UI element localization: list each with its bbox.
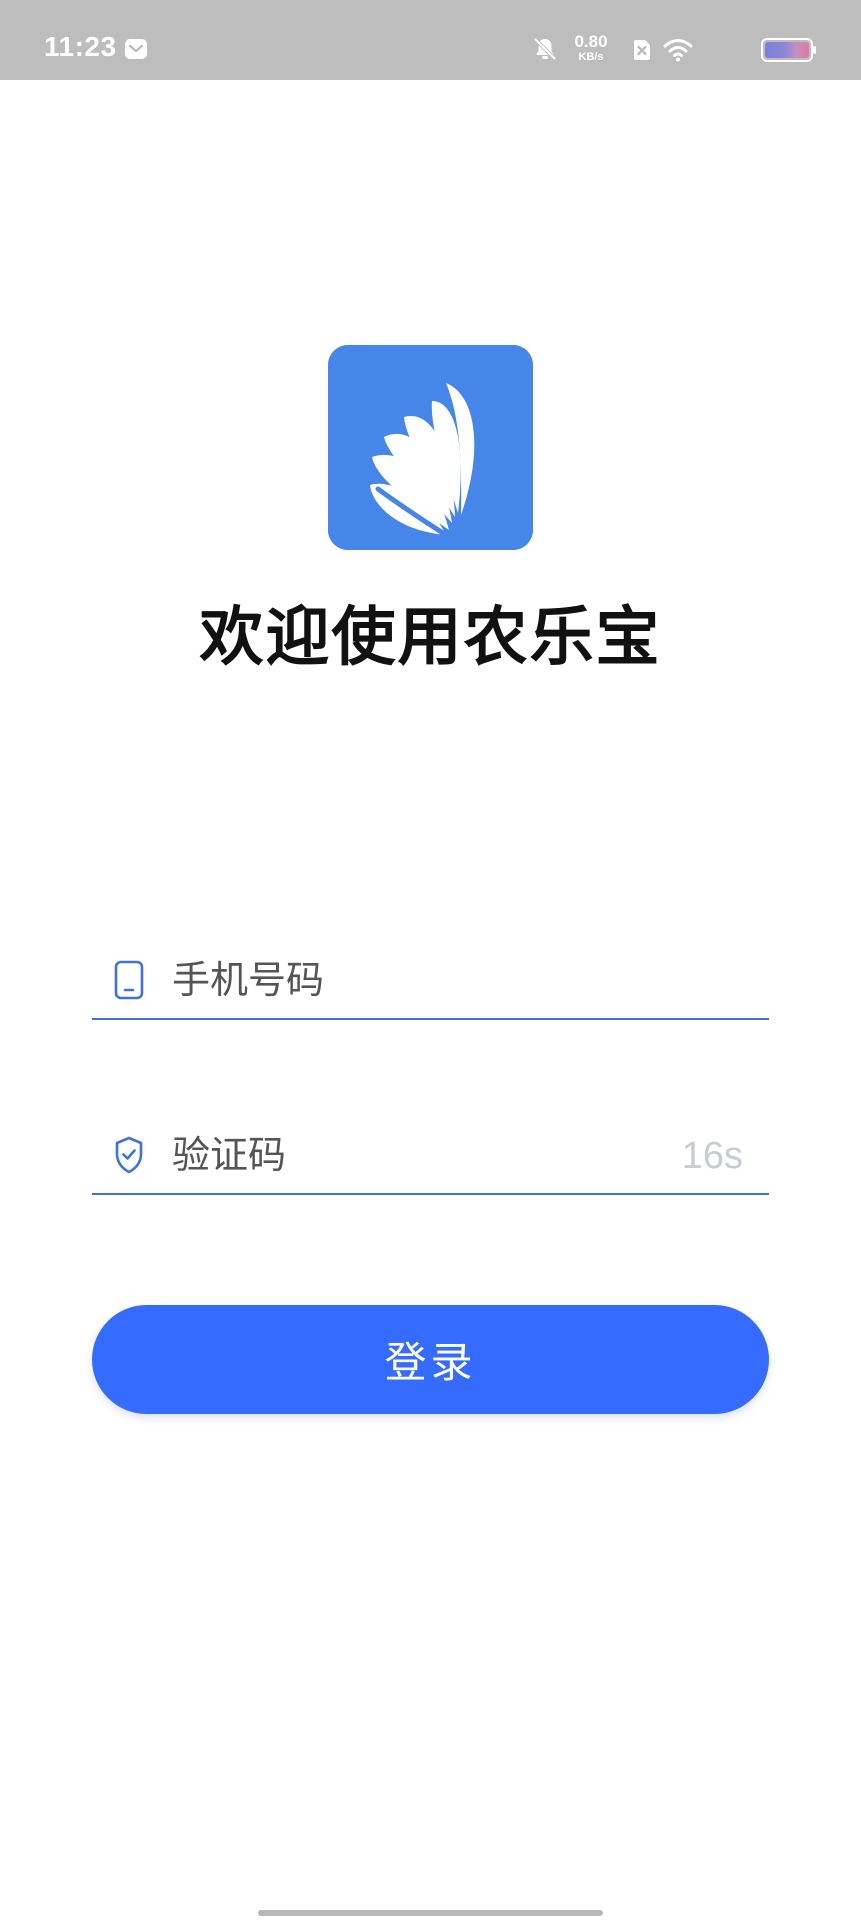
status-bar: 11:23 0.80 KB/s — [0, 0, 861, 80]
login-screen: 11:23 0.80 KB/s 欢迎使用农乐宝 手机号码 验证码 16s 登录 — [0, 0, 861, 1920]
verification-code-input[interactable] — [172, 1125, 652, 1185]
welcome-title: 欢迎使用农乐宝 — [199, 601, 662, 675]
network-speed: 0.80 KB/s — [568, 33, 614, 63]
leaf-fan-logo-icon — [328, 345, 533, 550]
home-indicator[interactable] — [258, 1910, 603, 1916]
verification-code-field: 16s — [92, 1115, 769, 1195]
login-button[interactable]: 登录 — [92, 1305, 769, 1414]
phone-icon — [114, 960, 144, 1000]
network-speed-unit: KB/s — [578, 51, 604, 63]
message-icon — [124, 38, 148, 60]
shield-check-icon — [114, 1135, 144, 1175]
app-logo — [328, 345, 533, 550]
resend-countdown[interactable]: 16s — [682, 1135, 743, 1178]
status-time: 11:23 — [44, 31, 117, 62]
bell-muted-icon — [532, 36, 558, 62]
network-speed-value: 0.80 — [574, 32, 608, 51]
sim-off-icon — [632, 39, 652, 61]
wifi-icon — [663, 38, 693, 62]
battery-icon — [761, 38, 817, 62]
phone-field — [92, 940, 769, 1020]
phone-input[interactable] — [172, 950, 652, 1010]
